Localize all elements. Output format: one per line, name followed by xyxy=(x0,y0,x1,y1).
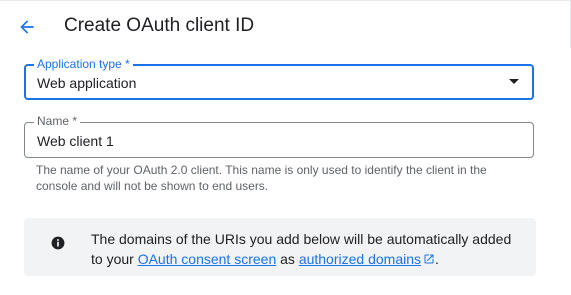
open-in-new-icon[interactable] xyxy=(423,253,435,265)
authorized-domains-link[interactable]: authorized domains xyxy=(299,251,435,267)
page-header: Create OAuth client ID xyxy=(0,0,571,52)
info-icon xyxy=(51,236,65,250)
info-text-prefix: to your xyxy=(91,251,138,267)
arrow-back-icon xyxy=(20,20,34,34)
helper-text-line: The name of your OAuth 2.0 client. This … xyxy=(36,163,487,177)
info-text-suffix: . xyxy=(435,251,439,267)
authorized-domains-link-text[interactable]: authorized domains xyxy=(299,251,421,267)
back-button[interactable] xyxy=(13,13,41,41)
info-line-2: to your OAuth consent screen as authoriz… xyxy=(91,249,531,269)
info-message: The domains of the URIs you add below wi… xyxy=(91,229,531,269)
application-type-select[interactable]: Application type * Web application xyxy=(24,57,534,100)
application-type-value: Web application xyxy=(37,75,137,91)
page-title: Create OAuth client ID xyxy=(64,15,255,36)
client-name-helper-text: The name of your OAuth 2.0 client. This … xyxy=(36,162,516,194)
helper-text-line: console and will not be shown to end use… xyxy=(36,179,269,193)
oauth-consent-screen-link[interactable]: OAuth consent screen xyxy=(138,251,277,267)
dropdown-arrow-icon xyxy=(509,79,519,84)
info-text-middle: as xyxy=(276,251,299,267)
domains-info-banner: The domains of the URIs you add below wi… xyxy=(24,218,536,276)
application-type-label: Application type * xyxy=(34,57,133,71)
client-name-input[interactable]: Name * Web client 1 xyxy=(24,114,534,158)
create-oauth-client-page: Create OAuth client ID Application type … xyxy=(0,0,571,295)
client-name-value[interactable]: Web client 1 xyxy=(37,132,114,150)
client-name-label: Name * xyxy=(34,114,81,128)
info-line-1: The domains of the URIs you add below wi… xyxy=(91,231,512,247)
